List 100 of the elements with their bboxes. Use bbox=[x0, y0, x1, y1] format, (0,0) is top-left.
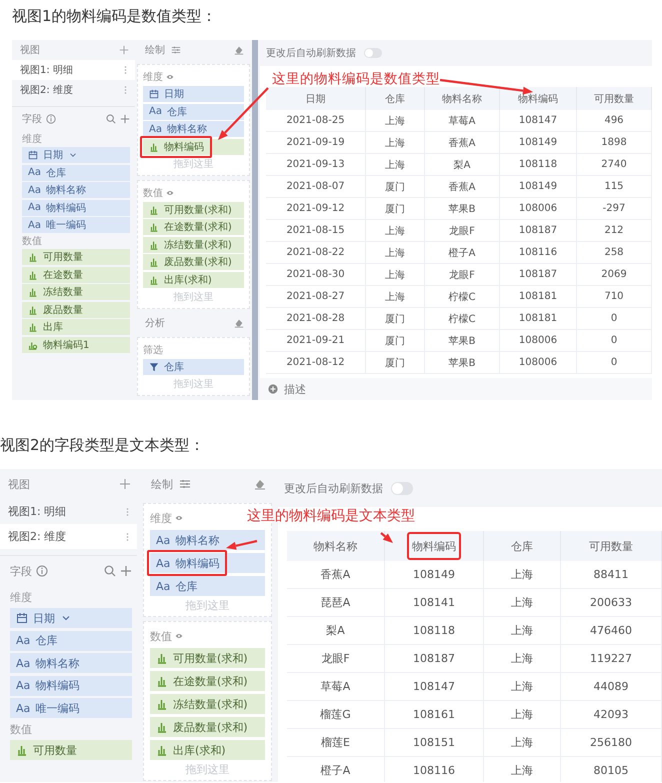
field-chip[interactable]: 可用数量(求和) bbox=[150, 648, 265, 668]
table-cell: 108187 bbox=[500, 220, 577, 242]
field-chip[interactable]: 废品数量 bbox=[22, 302, 130, 318]
bar-chart-icon bbox=[16, 744, 28, 756]
field-chip[interactable]: Aa 物料编码 bbox=[150, 553, 265, 573]
table-cell: 上海 bbox=[366, 264, 425, 286]
field-chip[interactable]: 废品数量(求和) bbox=[143, 254, 244, 270]
field-chip[interactable]: 冻结数量(求和) bbox=[143, 236, 244, 252]
field-chip[interactable]: 出库(求和) bbox=[150, 740, 265, 760]
table-cell: 2021-08-22 bbox=[266, 242, 366, 264]
field-chip[interactable]: Aa 物料名称 bbox=[10, 653, 132, 673]
toggle-switch[interactable] bbox=[391, 482, 413, 494]
bar-chart-icon bbox=[156, 744, 168, 756]
table-cell: 108149 bbox=[500, 176, 577, 198]
column-header[interactable]: 物料编码 bbox=[500, 87, 577, 110]
table-cell: 108147 bbox=[500, 110, 577, 132]
field-chip[interactable]: Aa 物料名称 bbox=[143, 121, 244, 137]
toggle-switch[interactable] bbox=[364, 48, 382, 58]
field-chip[interactable]: Aa 唯一编码 bbox=[22, 217, 130, 233]
column-header[interactable]: 可用数量 bbox=[561, 531, 662, 561]
table-cell: 2021-08-12 bbox=[266, 352, 366, 374]
search-icon[interactable] bbox=[104, 565, 116, 577]
field-chip[interactable]: 日期 bbox=[22, 147, 130, 163]
column-header[interactable]: 仓库 bbox=[484, 531, 561, 561]
column-header[interactable]: 物料名称 bbox=[287, 531, 385, 561]
field-chip[interactable]: Aa 物料名称 bbox=[22, 182, 130, 198]
more-icon[interactable] bbox=[124, 65, 127, 75]
table-cell: 龙眼F bbox=[425, 220, 500, 242]
group-label: 数值 bbox=[143, 186, 163, 200]
plus-icon[interactable] bbox=[120, 565, 132, 577]
info-icon[interactable] bbox=[36, 565, 48, 577]
description-label[interactable]: 描述 bbox=[284, 382, 306, 396]
more-icon[interactable] bbox=[126, 532, 129, 542]
table-cell: 0 bbox=[577, 308, 652, 330]
field-chip[interactable]: Aa 仓库 bbox=[10, 630, 132, 650]
bar-chart-icon bbox=[149, 222, 159, 232]
table-cell: 苹果B bbox=[425, 352, 500, 374]
table-cell: 108151 bbox=[385, 729, 484, 757]
panel-title: 视图 bbox=[20, 44, 40, 57]
search-icon[interactable] bbox=[106, 114, 116, 124]
field-chip[interactable]: 可用数量 bbox=[10, 740, 132, 760]
view-item[interactable]: 视图1: 明细 bbox=[12, 60, 135, 80]
field-chip[interactable]: 在途数量 bbox=[22, 266, 130, 282]
plus-circle-icon[interactable] bbox=[268, 384, 278, 394]
table-cell: 108149 bbox=[500, 132, 577, 154]
settings-icon[interactable] bbox=[171, 45, 181, 55]
settings-icon[interactable] bbox=[179, 478, 191, 490]
column-header[interactable]: 日期 bbox=[266, 87, 366, 110]
eye-icon[interactable] bbox=[166, 188, 174, 196]
field-chip[interactable]: 仓库 bbox=[143, 358, 244, 374]
table-cell: 115 bbox=[577, 176, 652, 198]
field-chip[interactable]: Aa 物料名称 bbox=[150, 530, 265, 550]
field-chip[interactable]: 物料编码 bbox=[143, 138, 244, 154]
table-cell: 42093 bbox=[561, 701, 662, 729]
table-cell: 柠檬C bbox=[425, 308, 500, 330]
table-cell: 上海 bbox=[366, 220, 425, 242]
field-chip[interactable]: 冻结数量(求和) bbox=[150, 694, 265, 714]
field-chip[interactable]: 出库(求和) bbox=[143, 272, 244, 288]
field-chip[interactable]: 日期 bbox=[10, 608, 132, 628]
caption-text: 视图2的字段类型是文本类型： bbox=[0, 435, 206, 456]
table-cell: 2069 bbox=[577, 264, 652, 286]
field-chip[interactable]: 冻结数量 bbox=[22, 284, 130, 300]
field-chip[interactable]: 废品数量(求和) bbox=[150, 717, 265, 737]
info-icon[interactable] bbox=[46, 114, 56, 124]
table-cell: 香蕉A bbox=[425, 176, 500, 198]
text-type-icon: Aa bbox=[156, 534, 170, 546]
field-chip[interactable]: 可用数量(求和) bbox=[143, 202, 244, 218]
plus-icon[interactable] bbox=[119, 478, 131, 490]
field-chip[interactable]: Aa 物料编码 bbox=[22, 200, 130, 216]
table-cell: 厦门 bbox=[366, 308, 425, 330]
bar-chart-icon bbox=[28, 322, 38, 332]
field-chip[interactable]: 出库 bbox=[22, 319, 130, 335]
view-item[interactable]: 视图2: 维度 bbox=[0, 524, 137, 549]
field-chip[interactable]: 可用数量 bbox=[22, 249, 130, 265]
field-chip[interactable]: Aa 唯一编码 bbox=[10, 698, 132, 718]
eye-icon[interactable] bbox=[175, 632, 183, 640]
group-label: 维度 bbox=[143, 70, 163, 84]
field-chip[interactable]: Aa 仓库 bbox=[143, 104, 244, 120]
column-header[interactable]: 可用数量 bbox=[577, 87, 652, 110]
eye-icon[interactable] bbox=[175, 514, 183, 522]
field-chip[interactable]: Aa 物料编码 bbox=[10, 676, 132, 696]
table-cell: 琵琶A bbox=[287, 589, 385, 617]
field-chip[interactable]: 日期 bbox=[143, 86, 244, 102]
field-chip[interactable]: 在途数量(求和) bbox=[143, 219, 244, 235]
field-chip[interactable]: Aa 仓库 bbox=[22, 164, 130, 180]
field-chip[interactable]: Aa 仓库 bbox=[150, 576, 265, 596]
drop-hint: 拖到这里 bbox=[172, 158, 214, 172]
table-cell: 108161 bbox=[385, 701, 484, 729]
column-header[interactable]: 物料编码 bbox=[385, 531, 484, 561]
panel-title: 分析 bbox=[145, 316, 165, 330]
table-cell: 厦门 bbox=[366, 176, 425, 198]
table-cell: 2021-08-27 bbox=[266, 286, 366, 308]
column-header[interactable]: 仓库 bbox=[366, 87, 425, 110]
field-chip[interactable]: 在途数量(求和) bbox=[150, 671, 265, 691]
plus-icon[interactable] bbox=[120, 114, 130, 124]
table-cell: 108149 bbox=[385, 561, 484, 589]
field-chip[interactable]: 物料编码1 bbox=[22, 336, 130, 352]
column-header[interactable]: 物料名称 bbox=[425, 87, 500, 110]
eye-icon[interactable] bbox=[166, 73, 174, 81]
plus-icon[interactable] bbox=[119, 45, 129, 55]
